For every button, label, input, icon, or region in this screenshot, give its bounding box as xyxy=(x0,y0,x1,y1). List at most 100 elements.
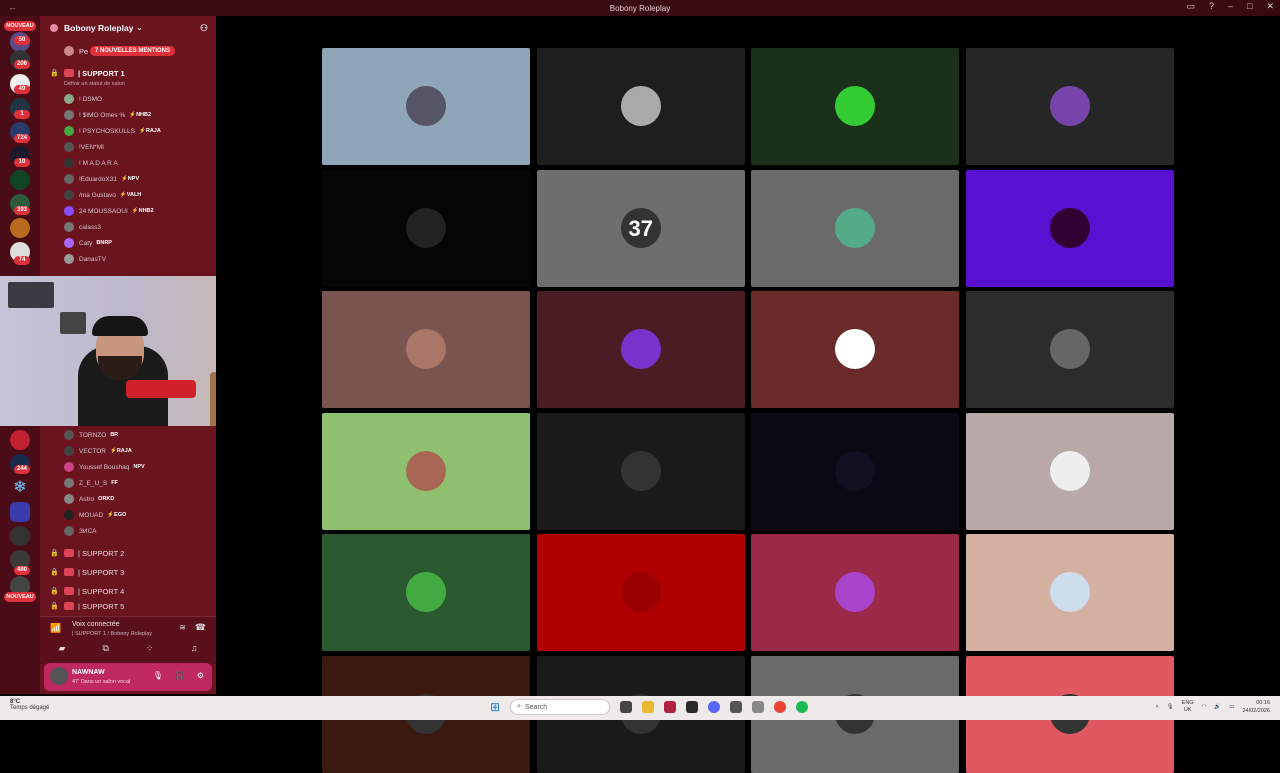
participant-tile[interactable] xyxy=(751,48,959,165)
microphone-icon[interactable]: 🎙 xyxy=(153,671,163,680)
member-item[interactable]: ! $IMO Omes % ⚡NHB2 xyxy=(64,108,214,122)
windows-start-icon[interactable]: ⊞ xyxy=(490,700,500,714)
app-icon[interactable] xyxy=(664,701,677,713)
avatar[interactable] xyxy=(50,667,68,685)
signal-icon[interactable]: 📶 xyxy=(50,623,61,634)
channel-support-1[interactable]: 🔒 | SUPPORT 1 xyxy=(50,66,125,80)
clock[interactable]: 00:16 24/02/2026 xyxy=(1242,699,1270,715)
app-icon[interactable] xyxy=(686,701,699,713)
participant-tile[interactable] xyxy=(965,412,1174,530)
activities-icon[interactable]: ⁘ xyxy=(146,643,154,654)
participant-tile[interactable] xyxy=(536,48,745,165)
participant-tile[interactable] xyxy=(322,534,530,651)
user-name: NAWNAW xyxy=(72,669,105,676)
settings-icon[interactable] xyxy=(752,701,765,713)
member-item[interactable]: !EduardoX31 ⚡NPV xyxy=(64,172,214,186)
member-item[interactable]: Astro ORKD xyxy=(64,492,214,506)
channel-status[interactable]: Définir un statut de salon xyxy=(64,81,125,87)
screen-share-icon[interactable]: ⧉ xyxy=(103,643,109,654)
discord-icon[interactable] xyxy=(708,701,721,713)
member-item[interactable]: VECTOR ⚡RAJA xyxy=(64,444,214,458)
member-item[interactable]: Z_E_U_S FF xyxy=(64,476,214,490)
spotify-icon[interactable] xyxy=(796,701,809,713)
camera-icon[interactable]: ▰ xyxy=(59,643,66,654)
wifi-icon[interactable]: ◠ xyxy=(1202,704,1207,710)
server-icon[interactable] xyxy=(10,430,30,450)
maximize-icon[interactable]: □ xyxy=(1247,1,1252,12)
back-icon[interactable]: ← xyxy=(8,2,17,12)
weather-widget[interactable]: 8°C Temps dégagé xyxy=(10,699,49,711)
member-item[interactable]: DanasTV xyxy=(64,252,214,266)
snowflake-server-icon[interactable]: ❄ xyxy=(10,478,30,498)
app-icon[interactable] xyxy=(730,701,743,713)
participant-tile[interactable] xyxy=(965,291,1174,408)
member-item[interactable]: MOUAD ⚡EGO xyxy=(64,508,214,522)
participant-tile[interactable] xyxy=(536,291,745,408)
noise-icon[interactable]: ≋ xyxy=(179,623,186,632)
participant-tile[interactable] xyxy=(751,412,959,530)
participant-tile[interactable] xyxy=(322,291,530,408)
participant-tile[interactable] xyxy=(965,169,1174,287)
member-item[interactable]: ! M A D A R A xyxy=(64,156,214,170)
participant-tile[interactable] xyxy=(322,412,530,530)
avatar xyxy=(64,510,74,520)
member-tag: ⚡RAJA xyxy=(139,128,161,134)
folder-icon[interactable] xyxy=(10,502,30,522)
participant-avatar xyxy=(406,572,446,612)
server-icon[interactable] xyxy=(10,170,30,190)
member-item[interactable]: 24 MOUSSAOUI ⚡NHB2 xyxy=(64,204,214,218)
member-item[interactable]: ЗИСА xyxy=(64,524,214,538)
voice-location[interactable]: | SUPPORT 1 / Bobony Roleplay xyxy=(72,631,152,637)
channel-support-3[interactable]: 🔒 | SUPPORT 3 xyxy=(50,565,124,579)
server-icon[interactable] xyxy=(10,218,30,238)
server-header[interactable]: Bobony Roleplay ⌄ ⚇ xyxy=(40,16,216,40)
volume-icon[interactable]: 🔊 xyxy=(1214,704,1221,710)
top-channel[interactable]: Pe xyxy=(64,44,88,58)
headphones-icon[interactable]: 🎧 xyxy=(175,671,185,680)
inbox-icon[interactable]: ▭ xyxy=(1186,1,1195,12)
file-explorer-icon[interactable] xyxy=(642,701,655,713)
add-member-icon[interactable]: ⚇ xyxy=(200,23,208,34)
chrome-icon[interactable] xyxy=(774,701,787,713)
participant-tile[interactable] xyxy=(751,169,959,287)
channel-support-4[interactable]: 🔒 | SUPPORT 4 xyxy=(50,584,124,598)
member-name: ! DSMO xyxy=(79,95,103,103)
battery-icon[interactable]: ▭ xyxy=(1229,704,1234,710)
language-indicator[interactable]: ENG UK xyxy=(1182,700,1194,714)
server-icon[interactable] xyxy=(10,526,30,546)
channel-support-2[interactable]: 🔒 | SUPPORT 2 xyxy=(50,546,124,560)
minimize-icon[interactable]: – xyxy=(1228,1,1233,12)
channel-label: | SUPPORT 5 xyxy=(78,602,125,610)
participant-tile[interactable] xyxy=(322,169,530,287)
member-item[interactable]: calass3 xyxy=(64,220,214,234)
member-item[interactable]: !VEN*MI xyxy=(64,140,214,154)
member-item[interactable]: /ma Gustavo ⚡VALH xyxy=(64,188,214,202)
participant-tile[interactable]: 37 xyxy=(536,169,745,287)
participant-avatar xyxy=(1049,450,1090,491)
member-item[interactable]: Caty BNRP xyxy=(64,236,214,250)
chevron-up-icon[interactable]: ˄ xyxy=(1155,704,1158,710)
participant-tile[interactable] xyxy=(751,534,959,651)
participant-avatar xyxy=(406,86,446,126)
close-icon[interactable]: ✕ xyxy=(1266,1,1274,12)
user-panel[interactable]: NAWNAW 47' Dans un salon vocal 🎙 🎧 ⚙ xyxy=(44,663,212,691)
participant-tile[interactable] xyxy=(965,534,1174,651)
microphone-tray-icon[interactable]: 🎙 xyxy=(1167,704,1174,710)
member-item[interactable]: ! DSMO xyxy=(64,92,214,106)
task-view-icon[interactable] xyxy=(620,701,633,713)
participant-tile[interactable] xyxy=(322,48,530,165)
participant-tile[interactable] xyxy=(965,48,1174,165)
new-mentions-pill[interactable]: 7 NOUVELLES MENTIONS xyxy=(90,46,176,56)
participant-tile[interactable] xyxy=(536,412,745,530)
participant-tile[interactable] xyxy=(536,534,745,651)
settings-gear-icon[interactable]: ⚙ xyxy=(197,671,204,680)
help-icon[interactable]: ? xyxy=(1209,1,1214,12)
member-item[interactable]: TORNZO BR xyxy=(64,428,214,442)
disconnect-icon[interactable]: ☎ xyxy=(195,622,206,633)
member-item[interactable]: ! PSYCHOSKULLS ⚡RAJA xyxy=(64,124,214,138)
soundboard-icon[interactable]: ♫ xyxy=(191,643,198,654)
search-box[interactable]: ⌕ Search xyxy=(510,699,611,715)
member-item[interactable]: Youssef Boushaq NPV xyxy=(64,460,214,474)
channel-support-5[interactable]: 🔒 | SUPPORT 5 xyxy=(50,602,124,610)
participant-tile[interactable] xyxy=(751,291,959,408)
